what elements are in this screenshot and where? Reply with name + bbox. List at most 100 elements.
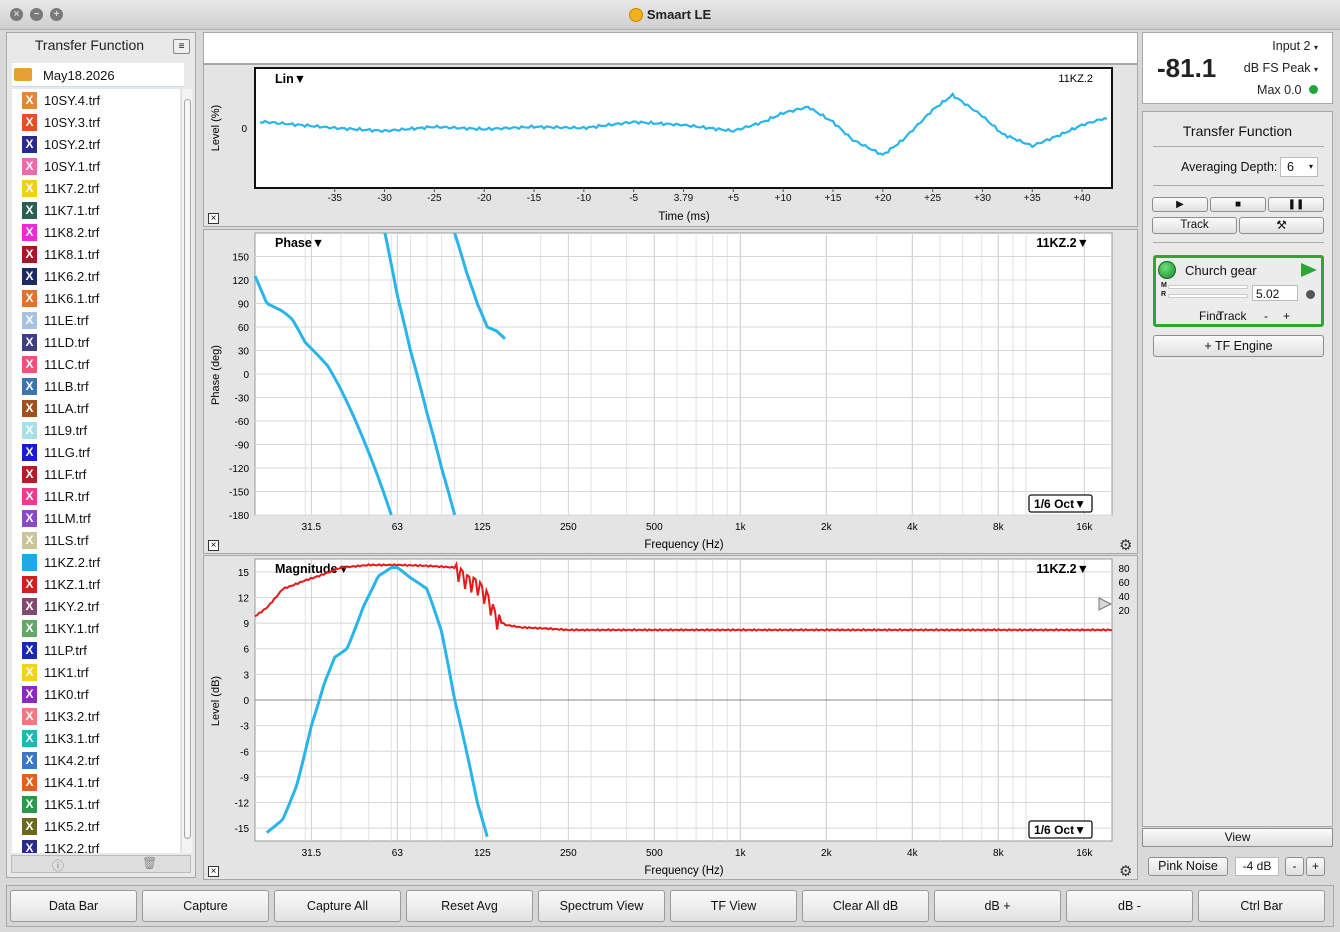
trace-file-icon[interactable]: X (22, 180, 37, 197)
trace-file-icon[interactable]: X (22, 400, 37, 417)
file-item[interactable]: X 11LD.trf (12, 331, 180, 353)
ctrl-bar-button[interactable]: Ctrl Bar (1198, 890, 1325, 922)
trace-file-icon[interactable]: X (22, 92, 37, 109)
file-item[interactable]: X 11K8.1.trf (12, 243, 180, 265)
info-icon[interactable]: ⓘ (52, 857, 64, 874)
close-pane-icon[interactable]: × (208, 540, 219, 551)
trace-file-icon[interactable]: X (22, 312, 37, 329)
generator-level-up-button[interactable]: + (1306, 857, 1325, 876)
file-item[interactable]: X 11K3.1.trf (12, 727, 180, 749)
engine-play-icon[interactable] (1301, 263, 1317, 277)
trace-file-icon[interactable]: X (22, 114, 37, 131)
session-folder[interactable]: May18.2026 (12, 63, 184, 87)
trace-file-icon[interactable]: X (22, 708, 37, 725)
file-item[interactable]: X 11K5.1.trf (12, 793, 180, 815)
input-select[interactable]: Input 2 ▾ (1272, 39, 1318, 53)
file-item[interactable]: X 11LA.trf (12, 397, 180, 419)
trace-file-icon[interactable]: X (22, 774, 37, 791)
trace-file-icon[interactable]: X (22, 818, 37, 835)
trace-file-icon[interactable]: X (22, 620, 37, 637)
trace-file-icon[interactable]: X (22, 136, 37, 153)
file-item[interactable]: X 11LS.trf (12, 529, 180, 551)
generator-level-down-button[interactable]: - (1285, 857, 1304, 876)
file-item[interactable]: X 11K3.2.trf (12, 705, 180, 727)
file-item[interactable]: X 11K0.trf (12, 683, 180, 705)
file-item[interactable]: 11KZ.2.trf (12, 551, 180, 573)
stop-button[interactable]: ■ (1210, 197, 1266, 212)
trace-file-icon[interactable]: X (22, 158, 37, 175)
file-item[interactable]: X 11KY.2.trf (12, 595, 180, 617)
reset-avg-button[interactable]: Reset Avg (406, 890, 533, 922)
trace-file-icon[interactable]: X (22, 642, 37, 659)
delay-plus-button[interactable]: + (1283, 309, 1290, 323)
delay-field[interactable]: 5.02 (1252, 285, 1298, 301)
play-button[interactable]: ▶ (1152, 197, 1208, 212)
trash-icon[interactable]: 🗑 (142, 856, 157, 870)
file-item[interactable]: X 10SY.1.trf (12, 155, 180, 177)
file-item[interactable]: X 10SY.4.trf (12, 89, 180, 111)
meter-unit-select[interactable]: dB FS Peak ▾ (1244, 61, 1318, 75)
averaging-depth-select[interactable]: 6 ▾ (1280, 157, 1318, 177)
trace-file-icon[interactable] (22, 554, 37, 571)
spectrum-view-button[interactable]: Spectrum View (538, 890, 665, 922)
file-item[interactable]: X 11K7.2.trf (12, 177, 180, 199)
gear-icon[interactable]: ⚙ (1119, 536, 1132, 554)
file-item[interactable]: X 11K7.1.trf (12, 199, 180, 221)
trace-file-icon[interactable]: X (22, 686, 37, 703)
file-item[interactable]: X 11LM.trf (12, 507, 180, 529)
capture-all-button[interactable]: Capture All (274, 890, 401, 922)
file-item[interactable]: X 11K5.2.trf (12, 815, 180, 837)
trace-file-icon[interactable]: X (22, 598, 37, 615)
file-item[interactable]: X 11LC.trf (12, 353, 180, 375)
trace-file-icon[interactable]: X (22, 444, 37, 461)
tf-engine-church-gear[interactable]: Church gear M R 5.02 Find Track - + (1153, 255, 1324, 327)
trace-file-icon[interactable]: X (22, 664, 37, 681)
trace-file-icon[interactable]: X (22, 466, 37, 483)
file-item[interactable]: X 11LR.trf (12, 485, 180, 507)
trace-file-icon[interactable]: X (22, 532, 37, 549)
trace-file-icon[interactable]: X (22, 840, 37, 853)
file-item[interactable]: X 11KY.1.trf (12, 617, 180, 639)
trace-file-icon[interactable]: X (22, 356, 37, 373)
smoothing-select[interactable]: 1/6 Oct▼ (1028, 820, 1093, 839)
data-bar-menu-icon[interactable]: ≡ (173, 39, 190, 54)
file-item[interactable]: X 11K6.1.trf (12, 287, 180, 309)
file-item[interactable]: X 10SY.2.trf (12, 133, 180, 155)
generator-level-field[interactable]: -4 dB (1235, 857, 1279, 876)
trace-file-icon[interactable]: X (22, 576, 37, 593)
file-item[interactable]: X 11K2.2.trf (12, 837, 180, 853)
pink-noise-button[interactable]: Pink Noise (1148, 857, 1228, 876)
db-button[interactable]: dB - (1066, 890, 1193, 922)
trace-file-icon[interactable]: X (22, 752, 37, 769)
tf-view-button[interactable]: TF View (670, 890, 797, 922)
trace-file-icon[interactable]: X (22, 290, 37, 307)
file-item[interactable]: X 11K8.2.trf (12, 221, 180, 243)
trace-file-icon[interactable]: X (22, 378, 37, 395)
data-bar-button[interactable]: Data Bar (10, 890, 137, 922)
smoothing-select[interactable]: 1/6 Oct▼ (1028, 494, 1093, 513)
add-tf-engine-button[interactable]: + TF Engine (1153, 335, 1324, 357)
pause-button[interactable]: ❚❚ (1268, 197, 1324, 212)
file-item[interactable]: X 11LE.trf (12, 309, 180, 331)
scrollbar-thumb[interactable] (184, 99, 191, 839)
delay-minus-button[interactable]: - (1264, 309, 1268, 323)
trace-file-icon[interactable]: X (22, 202, 37, 219)
trace-file-icon[interactable]: X (22, 796, 37, 813)
track-delay-button[interactable]: Track (1217, 309, 1247, 323)
tools-icon[interactable]: ⚒ (1239, 217, 1324, 234)
trace-file-icon[interactable]: X (22, 488, 37, 505)
file-item[interactable]: X 11L9.trf (12, 419, 180, 441)
close-pane-icon[interactable]: × (208, 866, 219, 877)
engine-on-icon[interactable] (1158, 261, 1176, 279)
view-button[interactable]: View (1142, 828, 1333, 847)
trace-file-icon[interactable]: X (22, 730, 37, 747)
trace-file-icon[interactable]: X (22, 334, 37, 351)
trace-file-icon[interactable]: X (22, 268, 37, 285)
file-item[interactable]: X 11K4.1.trf (12, 771, 180, 793)
file-item[interactable]: X 11LP.trf (12, 639, 180, 661)
close-pane-icon[interactable]: × (208, 213, 219, 224)
file-item[interactable]: X 11K1.trf (12, 661, 180, 683)
trace-file-icon[interactable]: X (22, 510, 37, 527)
file-item[interactable]: X 11LB.trf (12, 375, 180, 397)
trace-file-icon[interactable]: X (22, 224, 37, 241)
